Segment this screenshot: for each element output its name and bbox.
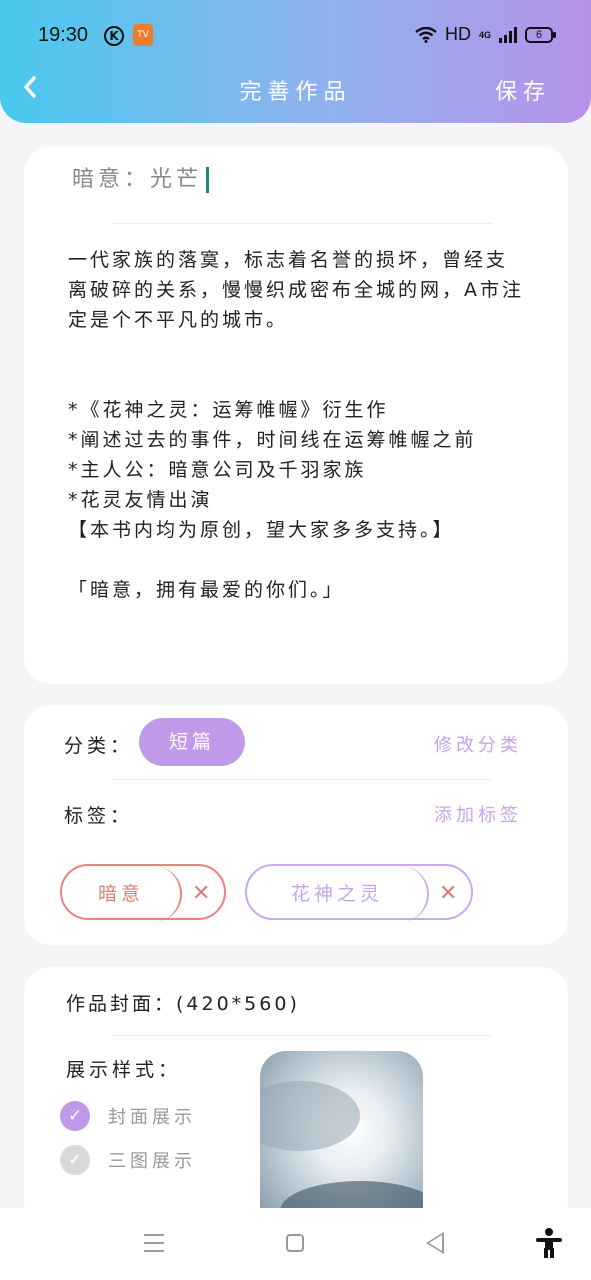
tag-chip-anyi: 暗意 ✕ (60, 864, 226, 922)
remove-tag-button[interactable]: ✕ (192, 880, 210, 908)
k-app-icon: K (104, 26, 124, 46)
option-three-image-display[interactable]: ✓ 三图展示 (60, 1145, 196, 1175)
work-title-input[interactable]: 暗意：光芒 (72, 161, 210, 193)
tv-app-icon: TV (133, 24, 153, 46)
tag-chip-text: 花神之灵 (247, 866, 429, 922)
category-divider (112, 779, 492, 780)
battery-icon: 6 (525, 26, 556, 43)
text-caret (206, 167, 210, 193)
status-indicators: HD 4G 6 (415, 24, 556, 45)
status-bar: 19:30 K TV HD 4G 6 (0, 18, 591, 54)
cover-divider (112, 1035, 492, 1036)
cover-image[interactable] (260, 1051, 423, 1227)
signal-icon (499, 26, 517, 43)
check-circle-icon[interactable]: ✓ (60, 1101, 90, 1131)
work-title-text: 暗意：光芒 (72, 167, 203, 192)
accessibility-icon[interactable] (536, 1228, 562, 1258)
display-style-label: 展示样式： (66, 1059, 182, 1081)
menu-icon[interactable] (144, 1234, 164, 1252)
add-tag-button[interactable]: 添加标签 (434, 801, 522, 827)
title-divider (112, 223, 492, 224)
cover-label: 作品封面：(420*560) (66, 993, 300, 1015)
remove-tag-button[interactable]: ✕ (439, 880, 457, 908)
nav-bar: 完善作品 保存 (0, 64, 591, 114)
status-time: 19:30 (38, 24, 89, 46)
home-icon[interactable] (286, 1234, 304, 1252)
wifi-icon (415, 26, 437, 43)
option-cover-display[interactable]: ✓ 封面展示 (60, 1101, 196, 1131)
edit-category-button[interactable]: 修改分类 (434, 731, 522, 757)
check-circle-icon[interactable]: ✓ (60, 1145, 90, 1175)
hd-indicator: HD (444, 24, 471, 44)
tag-label: 标签： (64, 805, 134, 827)
tag-chip-text: 暗意 (62, 866, 182, 922)
system-nav-bar (0, 1208, 591, 1280)
work-content-card: 暗意：光芒 一代家族的落寞，标志着名誉的损坏，曾经支离破碎的关系，慢慢织成密布全… (24, 147, 568, 684)
network-type: 4G (478, 29, 491, 40)
category-chip[interactable]: 短篇 (139, 718, 245, 766)
cover-card: 作品封面：(420*560) 展示样式： ✓ 封面展示 ✓ 三图展示 (24, 967, 568, 1227)
tag-chip-huashen: 花神之灵 ✕ (245, 864, 473, 922)
back-triangle-icon[interactable] (426, 1232, 444, 1254)
save-button[interactable]: 保存 (495, 74, 551, 106)
top-header: 19:30 K TV HD 4G 6 完善作品 保存 (0, 0, 591, 123)
category-tag-card: 分类： 短篇 修改分类 标签： 添加标签 暗意 ✕ 花神之灵 ✕ (24, 705, 568, 945)
work-body-textarea[interactable]: 一代家族的落寞，标志着名誉的损坏，曾经支离破碎的关系，慢慢织成密布全城的网，A市… (68, 245, 528, 605)
category-label: 分类： (64, 735, 134, 757)
option-label: 封面展示 (108, 1107, 196, 1128)
option-label: 三图展示 (108, 1151, 196, 1172)
